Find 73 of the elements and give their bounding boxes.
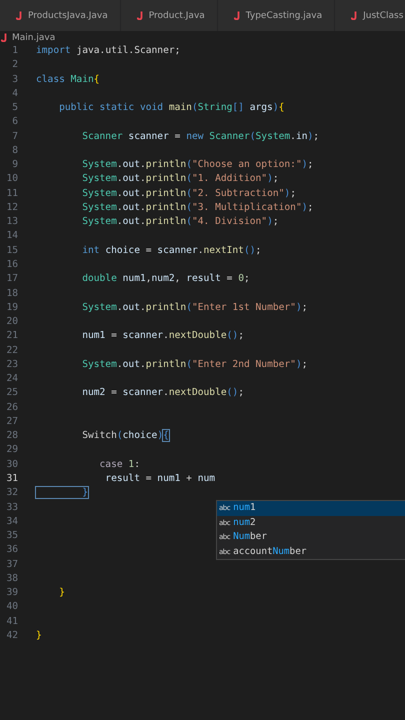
line-number: 10 [5,172,18,186]
line-number: 36 [5,543,18,558]
code-line: System.out.println("1. Addition"); [81,172,279,186]
code-line: import java.util.Scanner; [36,44,180,58]
line-number: 8 [11,144,18,158]
line-number: 25 [5,386,18,400]
line-number: 4 [11,86,18,101]
line-number: 24 [5,372,18,386]
code-line: case 1: [98,458,140,472]
line-number: 33 [5,500,18,514]
line-number: 7 [11,130,18,144]
code-line: num1 = scanner.nextDouble(); [81,329,244,344]
line-number: 9 [11,158,18,172]
code-line: } [36,628,42,643]
line-number: 30 [5,458,18,472]
line-number: 27 [5,414,18,429]
code-line: } [36,486,88,500]
line-number: 14 [5,229,18,244]
line-number: 31 [5,472,18,486]
editor-tab[interactable]: JustClass [335,0,405,31]
code-line: result = num1 + num [104,472,216,486]
line-number: 19 [5,300,18,315]
code-line: public static void main(String[] args){ [58,101,284,116]
line-number: 37 [5,558,18,572]
code-line: System.out.println("3. Multiplication"); [81,200,314,215]
line-number: 20 [5,315,18,330]
java-file-icon [136,11,143,20]
line-number: 16 [5,258,18,272]
line-number: 15 [5,244,18,258]
line-number: 12 [5,200,18,215]
line-number: 13 [5,215,18,230]
code-line: System.out.println("4. Division"); [81,215,279,230]
line-number: 41 [5,614,18,629]
line-number: 5 [11,101,18,116]
code-line: } [58,586,65,600]
line-number: 2 [11,58,18,72]
code-line: System.out.println("Choose an option:"); [81,158,314,172]
editor-tab[interactable]: Product.Java [120,0,218,31]
line-number: 21 [5,329,18,344]
editor-tab[interactable]: TypeCasting.java [218,0,336,31]
java-file-icon [351,11,358,20]
line-number: 23 [5,358,18,372]
code-line: Switch(choice){ [81,429,169,444]
code-line: System.out.println("Enter 1st Number"); [81,300,308,315]
code-line: System.out.println("Enter 2nd Number"); [81,358,308,372]
line-number: 34 [5,514,18,529]
code-line: class Main{ [36,72,100,87]
editor-tab[interactable]: ProductsJava.Java [0,0,121,31]
line-number: 18 [5,286,18,301]
code-line: int choice = scanner.nextInt(); [81,244,262,258]
line-number: 40 [5,600,18,614]
java-file-icon [234,11,240,20]
line-number: 17 [5,272,18,286]
line-number: 29 [5,443,18,458]
line-number: 6 [11,115,18,130]
code-line: num2 = scanner.nextDouble(); [81,386,244,400]
line-number: 1 [11,44,18,58]
line-number: 26 [5,400,18,415]
java-file-icon [16,11,22,20]
line-number: 38 [5,572,18,586]
line-number: 3 [11,72,18,87]
line-number: 22 [5,344,18,358]
java-file-icon [1,33,7,42]
line-number: 32 [5,486,18,500]
line-number: 28 [5,429,18,444]
code-line: double num1,num2, result = 0; [81,272,250,286]
line-number: 35 [5,529,18,544]
line-number: 39 [5,586,18,600]
line-number: 11 [5,186,18,201]
code-line: Scanner scanner = new Scanner(System.in); [81,130,320,144]
code-line: System.out.println("2. Subtraction"); [81,186,296,201]
line-number: 42 [5,628,18,643]
breadcrumb-file[interactable]: Main.java [12,32,56,42]
